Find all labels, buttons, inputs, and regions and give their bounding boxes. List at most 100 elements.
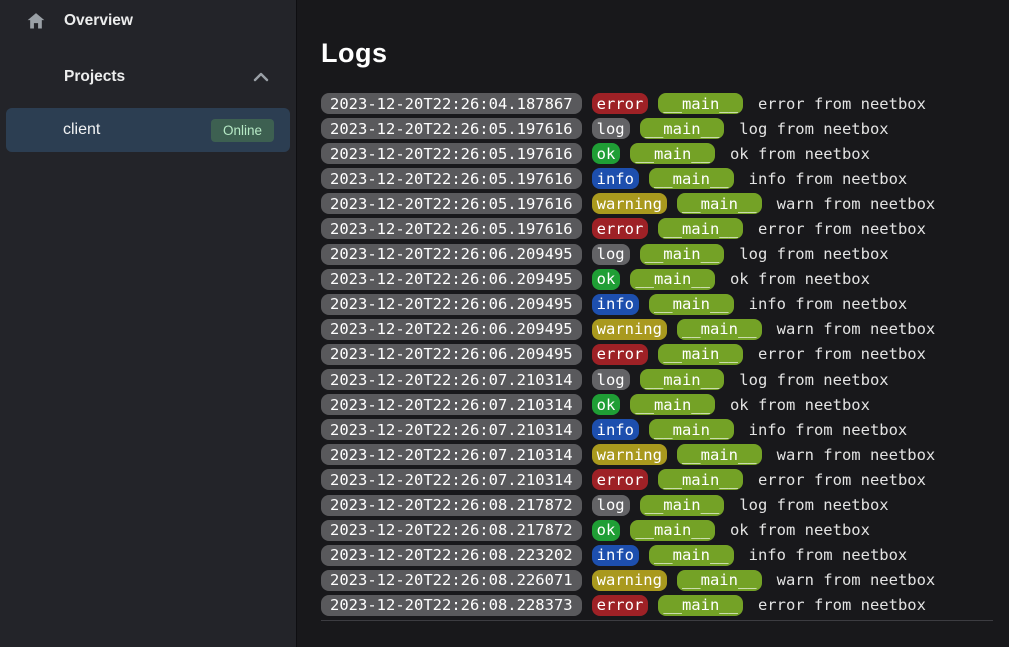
log-row: 2023-12-20T22:26:07.210314 warning __mai…	[321, 444, 993, 465]
log-message: info from neetbox	[749, 546, 908, 564]
log-timestamp: 2023-12-20T22:26:05.197616	[321, 193, 582, 214]
log-series-badge: __main__	[649, 419, 734, 440]
log-message: info from neetbox	[749, 295, 908, 313]
log-level-badge: info	[592, 168, 639, 189]
log-row: 2023-12-20T22:26:05.197616 warning __mai…	[321, 193, 993, 214]
log-level-badge: error	[592, 93, 649, 114]
log-timestamp: 2023-12-20T22:26:08.226071	[321, 570, 582, 591]
log-timestamp: 2023-12-20T22:26:07.210314	[321, 419, 582, 440]
log-row: 2023-12-20T22:26:08.223202 info __main__…	[321, 545, 993, 566]
log-timestamp: 2023-12-20T22:26:05.197616	[321, 143, 582, 164]
log-series-badge: __main__	[677, 193, 762, 214]
log-row: 2023-12-20T22:26:08.217872 ok __main__ o…	[321, 520, 993, 541]
log-message: error from neetbox	[758, 471, 926, 489]
log-timestamp: 2023-12-20T22:26:08.223202	[321, 545, 582, 566]
log-message: log from neetbox	[739, 496, 888, 514]
log-level-badge: ok	[592, 143, 621, 164]
sidebar-item-projects[interactable]: Projects	[0, 56, 296, 98]
log-row: 2023-12-20T22:26:04.187867 error __main_…	[321, 93, 993, 114]
log-series-badge: __main__	[640, 118, 725, 139]
log-series-badge: __main__	[649, 545, 734, 566]
sidebar-item-overview[interactable]: Overview	[0, 0, 296, 42]
main-content: Logs 2023-12-20T22:26:04.187867 error __…	[297, 0, 1009, 647]
log-row: 2023-12-20T22:26:07.210314 ok __main__ o…	[321, 394, 993, 415]
log-level-badge: warning	[592, 570, 667, 591]
page-title: Logs	[321, 36, 993, 70]
log-series-badge: __main__	[658, 344, 743, 365]
projects-menu-icon	[25, 66, 47, 88]
log-message: log from neetbox	[739, 371, 888, 389]
log-level-badge: error	[592, 469, 649, 490]
log-message: warn from neetbox	[777, 571, 936, 589]
log-series-badge: __main__	[640, 495, 725, 516]
log-series-badge: __main__	[630, 520, 715, 541]
log-row: 2023-12-20T22:26:06.209495 error __main_…	[321, 344, 993, 365]
log-level-badge: info	[592, 545, 639, 566]
sidebar-project-client[interactable]: client Online	[6, 108, 290, 152]
home-icon	[25, 10, 47, 32]
log-row: 2023-12-20T22:26:05.197616 info __main__…	[321, 168, 993, 189]
log-level-badge: error	[592, 218, 649, 239]
log-timestamp: 2023-12-20T22:26:05.197616	[321, 218, 582, 239]
log-level-badge: warning	[592, 193, 667, 214]
log-series-badge: __main__	[677, 444, 762, 465]
log-list: 2023-12-20T22:26:04.187867 error __main_…	[321, 93, 993, 616]
log-series-badge: __main__	[658, 218, 743, 239]
log-series-badge: __main__	[649, 294, 734, 315]
log-timestamp: 2023-12-20T22:26:05.197616	[321, 118, 582, 139]
log-level-badge: log	[592, 369, 630, 390]
log-row: 2023-12-20T22:26:06.209495 ok __main__ o…	[321, 269, 993, 290]
log-row: 2023-12-20T22:26:08.228373 error __main_…	[321, 595, 993, 616]
log-series-badge: __main__	[649, 168, 734, 189]
log-timestamp: 2023-12-20T22:26:07.210314	[321, 369, 582, 390]
log-message: ok from neetbox	[730, 396, 870, 414]
log-row: 2023-12-20T22:26:07.210314 info __main__…	[321, 419, 993, 440]
log-level-badge: error	[592, 595, 649, 616]
log-series-badge: __main__	[658, 595, 743, 616]
log-level-badge: error	[592, 344, 649, 365]
log-row: 2023-12-20T22:26:06.209495 warning __mai…	[321, 319, 993, 340]
log-message: warn from neetbox	[777, 320, 936, 338]
log-timestamp: 2023-12-20T22:26:06.209495	[321, 294, 582, 315]
log-series-badge: __main__	[630, 143, 715, 164]
sidebar-item-label: Projects	[64, 68, 125, 86]
log-series-badge: __main__	[640, 244, 725, 265]
log-timestamp: 2023-12-20T22:26:06.209495	[321, 344, 582, 365]
log-message: ok from neetbox	[730, 270, 870, 288]
log-message: error from neetbox	[758, 220, 926, 238]
log-level-badge: log	[592, 118, 630, 139]
log-series-badge: __main__	[677, 570, 762, 591]
project-name: client	[63, 121, 100, 139]
log-message: error from neetbox	[758, 345, 926, 363]
log-series-badge: __main__	[640, 369, 725, 390]
log-level-badge: ok	[592, 394, 621, 415]
log-level-badge: warning	[592, 444, 667, 465]
log-timestamp: 2023-12-20T22:26:08.217872	[321, 495, 582, 516]
chevron-up-icon[interactable]	[253, 72, 269, 82]
log-timestamp: 2023-12-20T22:26:08.228373	[321, 595, 582, 616]
log-message: ok from neetbox	[730, 521, 870, 539]
log-message: info from neetbox	[749, 170, 908, 188]
log-timestamp: 2023-12-20T22:26:05.197616	[321, 168, 582, 189]
log-row: 2023-12-20T22:26:05.197616 error __main_…	[321, 218, 993, 239]
log-series-badge: __main__	[630, 269, 715, 290]
log-level-badge: ok	[592, 520, 621, 541]
sidebar-item-label: Overview	[64, 12, 133, 30]
log-timestamp: 2023-12-20T22:26:06.209495	[321, 269, 582, 290]
sidebar: Overview Projects client Online	[0, 0, 297, 647]
log-message: log from neetbox	[739, 120, 888, 138]
log-timestamp: 2023-12-20T22:26:06.209495	[321, 319, 582, 340]
log-row: 2023-12-20T22:26:06.209495 log __main__ …	[321, 244, 993, 265]
log-message: info from neetbox	[749, 421, 908, 439]
log-series-badge: __main__	[658, 469, 743, 490]
log-level-badge: ok	[592, 269, 621, 290]
log-timestamp: 2023-12-20T22:26:07.210314	[321, 394, 582, 415]
log-message: error from neetbox	[758, 596, 926, 614]
log-series-badge: __main__	[677, 319, 762, 340]
log-series-badge: __main__	[630, 394, 715, 415]
log-message: log from neetbox	[739, 245, 888, 263]
log-timestamp: 2023-12-20T22:26:06.209495	[321, 244, 582, 265]
status-badge: Online	[211, 119, 274, 142]
log-row: 2023-12-20T22:26:07.210314 error __main_…	[321, 469, 993, 490]
log-row: 2023-12-20T22:26:07.210314 log __main__ …	[321, 369, 993, 390]
